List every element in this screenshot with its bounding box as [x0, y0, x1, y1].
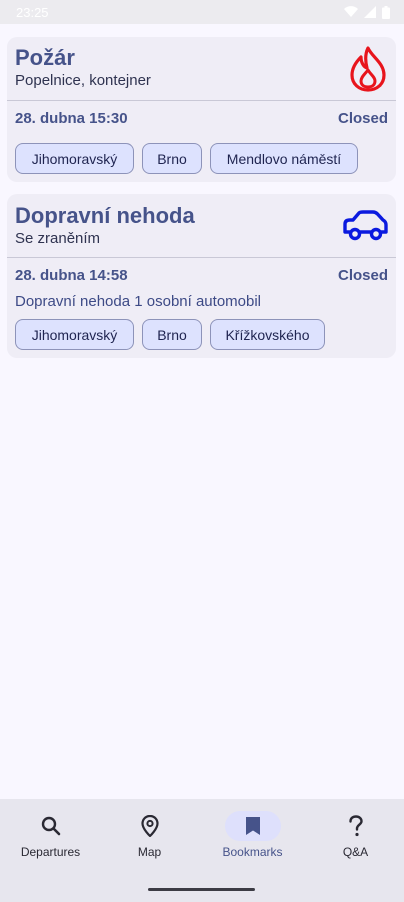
tag-chip-street[interactable]: Mendlovo náměstí [210, 143, 358, 174]
incident-subtitle: Popelnice, kontejner [15, 72, 151, 89]
nav-item-bookmarks[interactable]: Bookmarks [202, 799, 303, 879]
status-bar: 23:25 [0, 0, 404, 24]
signal-icon [364, 6, 376, 18]
incident-card[interactable]: Požár Popelnice, kontejner 28. dubna 15:… [7, 37, 396, 182]
incident-title: Dopravní nehoda [15, 203, 195, 228]
nav-pill [23, 811, 79, 841]
home-indicator[interactable] [148, 888, 255, 891]
incident-status: Closed [337, 110, 388, 127]
nav-pill [122, 811, 178, 841]
status-time: 23:25 [16, 4, 49, 20]
nav-label: Q&A [342, 845, 369, 859]
bottom-navigation: Departures Map Bookmarks Q&A [0, 799, 404, 902]
incident-description: Dopravní nehoda 1 osobní automobil [15, 293, 262, 310]
nav-label: Departures [20, 845, 81, 859]
map-pin-icon [140, 815, 159, 837]
incident-date: 28. dubna 14:58 [15, 267, 128, 284]
incident-date: 28. dubna 15:30 [15, 110, 128, 127]
tag-chip-city[interactable]: Brno [142, 319, 202, 350]
nav-item-qa[interactable]: Q&A [305, 799, 404, 879]
incident-status: Closed [337, 267, 388, 284]
tag-chip-region[interactable]: Jihomoravský [15, 143, 134, 174]
incident-subtitle: Se zraněním [15, 230, 101, 247]
card-divider [7, 257, 396, 258]
tag-list: Jihomoravský Brno Mendlovo náměstí [15, 143, 358, 174]
nav-pill [328, 811, 384, 841]
nav-label: Bookmarks [222, 845, 283, 859]
tag-list: Jihomoravský Brno Křížkovského [15, 319, 325, 350]
tag-chip-city[interactable]: Brno [142, 143, 202, 174]
card-divider [7, 100, 396, 101]
bookmark-icon [245, 817, 260, 835]
question-icon [348, 815, 363, 837]
nav-label: Map [137, 845, 162, 859]
wifi-icon [344, 6, 358, 18]
fire-icon [348, 45, 388, 98]
tag-chip-street[interactable]: Křížkovského [210, 319, 325, 350]
battery-icon [382, 5, 390, 19]
nav-pill-active [224, 811, 281, 841]
tag-chip-region[interactable]: Jihomoravský [15, 319, 134, 350]
incident-title: Požár [15, 45, 75, 70]
nav-item-departures[interactable]: Departures [0, 799, 101, 879]
status-icons [344, 5, 390, 19]
car-icon [342, 210, 388, 247]
nav-item-map[interactable]: Map [99, 799, 200, 879]
incident-card[interactable]: Dopravní nehoda Se zraněním 28. dubna 14… [7, 194, 396, 358]
search-icon [41, 816, 60, 836]
